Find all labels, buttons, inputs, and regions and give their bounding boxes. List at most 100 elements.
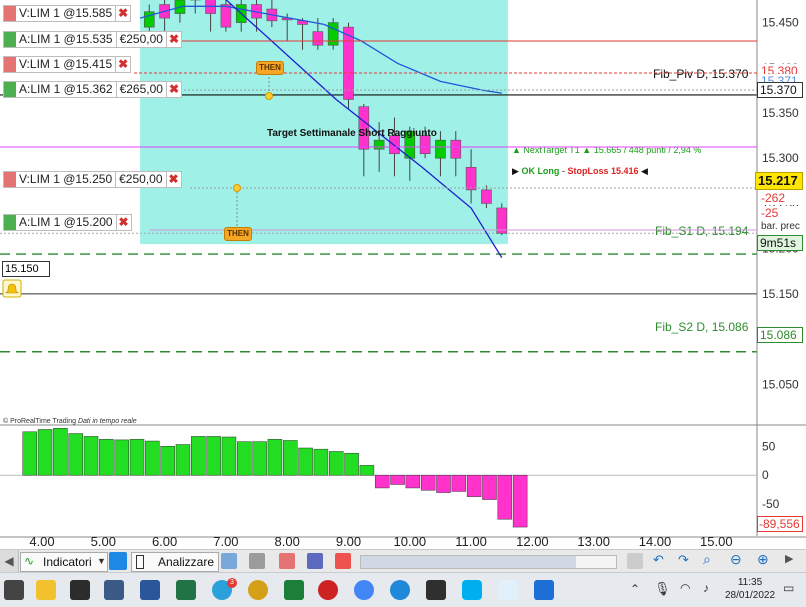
oscillator-bar-positive	[298, 447, 313, 476]
undo-icon[interactable]: ↶	[653, 552, 664, 568]
then-badge[interactable]: THEN	[256, 61, 284, 75]
tool-icon[interactable]	[335, 553, 351, 569]
analyze-button[interactable]: Analizzare	[131, 552, 219, 572]
then-badge[interactable]: THEN	[224, 227, 252, 241]
candle-bull	[435, 139, 446, 159]
redo-icon[interactable]: ↷	[678, 552, 689, 568]
x-tick-label: 6.00	[152, 534, 177, 549]
candle-bear	[312, 31, 324, 46]
clock-date: 28/01/2022	[725, 590, 776, 601]
oscillator-bar-positive	[83, 436, 99, 476]
order-ticket[interactable]: V:LIM 1 @15.415 ✖	[3, 56, 132, 73]
zoom-fit-icon[interactable]: ⌕	[703, 551, 711, 568]
app-icon[interactable]	[248, 580, 268, 600]
oscillator-bar-positive	[283, 440, 298, 476]
order-label: V:LIM 1 @15.250	[16, 172, 117, 187]
y-tick-label: 15.050	[762, 377, 799, 391]
oscillator-bar-negative	[497, 474, 513, 520]
copyright-label: © ProRealTime Trading	[3, 418, 76, 425]
app-icon[interactable]	[498, 580, 518, 600]
tool-icon[interactable]	[307, 553, 323, 569]
wifi-icon[interactable]: ◠	[680, 581, 690, 595]
candle-bear	[465, 166, 477, 191]
app-icon[interactable]	[104, 580, 124, 600]
analyze-icon	[136, 555, 144, 569]
notifications-icon[interactable]: ▭	[783, 581, 794, 595]
app-icon[interactable]	[70, 580, 90, 600]
oscillator-bar-positive	[114, 439, 129, 476]
cancel-order-icon[interactable]: ✖	[116, 6, 130, 21]
excel-icon[interactable]	[176, 580, 196, 600]
app-icon[interactable]	[426, 580, 446, 600]
indicators-button[interactable]: ∿ Indicatori	[20, 552, 108, 572]
oscillator-bar-positive	[129, 439, 145, 476]
bar-prec-label: bar. prec	[759, 220, 803, 234]
bell-icon[interactable]	[2, 279, 22, 298]
cancel-order-icon[interactable]: ✖	[117, 215, 131, 230]
oscillator-bar-negative	[482, 474, 497, 500]
oscillator-bar-positive	[252, 441, 267, 476]
oscillator-bar-positive	[160, 446, 175, 476]
app-icon[interactable]	[534, 580, 554, 600]
order-label: A:LIM 1 @15.362	[16, 82, 117, 97]
horizontal-scrollbar[interactable]	[360, 555, 617, 569]
indicator-wave-icon: ∿	[24, 554, 35, 568]
cancel-order-icon[interactable]: ✖	[167, 172, 181, 187]
oscillator-bar-negative	[405, 474, 421, 489]
notification-badge: 3	[227, 578, 237, 588]
fib-s1-label: Fib_S1 D, 15.194	[655, 224, 749, 238]
zoom-in-icon[interactable]: ⊕	[757, 551, 769, 568]
cancel-order-icon[interactable]: ✖	[116, 57, 130, 72]
oscillator-bar-positive	[267, 439, 283, 476]
data-source-note: © ProRealTime Trading Dati in tempo real…	[3, 418, 137, 425]
app-icon[interactable]	[284, 580, 304, 600]
indicators-dropdown-icon[interactable]: ▼	[97, 552, 109, 570]
zoom-out-icon[interactable]: ⊖	[730, 551, 742, 568]
oscillator-bar-negative	[390, 474, 405, 485]
oscillator-bar-positive	[359, 465, 375, 476]
microphone-icon[interactable]: 🎙	[654, 581, 671, 597]
x-tick-label: 10.00	[394, 534, 427, 549]
order-amount: €250,00	[116, 172, 167, 187]
tool-icon[interactable]	[279, 553, 295, 569]
cancel-order-icon[interactable]: ✖	[167, 32, 181, 47]
scroll-left-button[interactable]: ◀	[0, 550, 19, 573]
word-icon[interactable]	[140, 580, 160, 600]
oscillator-bar-positive	[37, 429, 53, 476]
opera-icon[interactable]	[318, 580, 338, 600]
clock-time: 11:35	[737, 577, 763, 588]
order-amount: €250,00	[117, 32, 167, 47]
order-label: V:LIM 1 @15.415	[16, 57, 117, 72]
x-tick-label: 14.00	[639, 534, 672, 549]
scroll-right-button[interactable]: ▶	[785, 552, 793, 565]
order-label: A:LIM 1 @15.200	[16, 215, 117, 230]
oscillator-bar-positive	[191, 436, 206, 476]
oscillator-bar-positive	[313, 448, 329, 476]
indicators-label: Indicatori	[43, 555, 92, 569]
tool-icon[interactable]	[221, 553, 237, 569]
tool-icon[interactable]	[249, 553, 265, 569]
x-tick-label: 15.00	[700, 534, 733, 549]
tool-icon[interactable]	[627, 553, 643, 569]
oscillator-bar-positive	[175, 444, 191, 476]
order-ticket[interactable]: A:LIM 1 @15.535 €250,00 ✖	[3, 31, 182, 48]
chrome-icon[interactable]	[354, 580, 374, 600]
order-ticket[interactable]: A:LIM 1 @15.362 €265,00 ✖	[3, 81, 182, 98]
start-icon[interactable]	[4, 580, 24, 600]
cancel-order-icon[interactable]: ✖	[167, 82, 181, 97]
volume-icon[interactable]: ♪	[703, 581, 709, 595]
clock[interactable]: 11:35 28/01/2022	[725, 576, 775, 602]
order-ticket[interactable]: V:LIM 1 @15.585 ✖	[3, 5, 132, 22]
skype-icon[interactable]	[462, 580, 482, 600]
change-label-2: -25	[759, 206, 803, 220]
app-icon[interactable]	[390, 580, 410, 600]
oscillator-bar-negative	[374, 474, 390, 489]
order-ticket[interactable]: V:LIM 1 @15.250 €250,00 ✖	[3, 171, 182, 188]
file-explorer-icon[interactable]	[36, 580, 56, 600]
stoploss: StopLoss 15.416	[567, 166, 638, 176]
candle-bull	[327, 22, 339, 46]
share-icon[interactable]	[109, 552, 127, 570]
order-ticket[interactable]: A:LIM 1 @15.200 ✖	[3, 214, 132, 231]
oscillator-bar-positive	[344, 452, 359, 476]
show-hidden-icons[interactable]: ⌃	[630, 582, 640, 596]
